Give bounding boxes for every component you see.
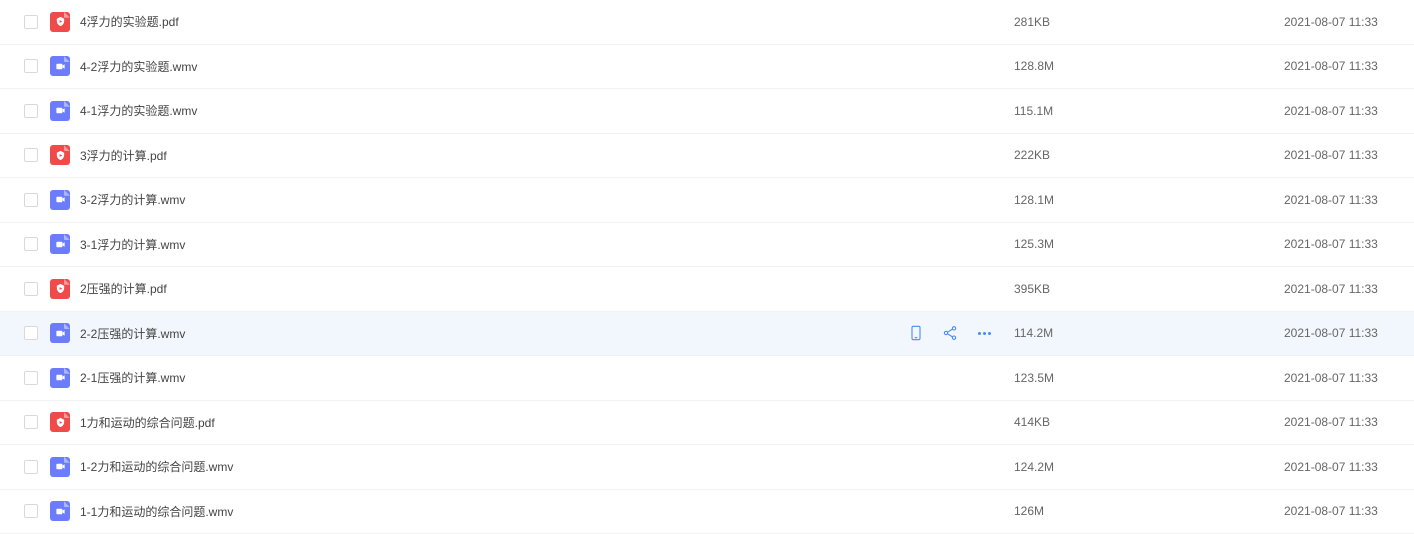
select-checkbox[interactable] <box>24 148 38 162</box>
file-size: 414KB <box>1014 415 1284 429</box>
file-row[interactable]: 1-2力和运动的综合问题.wmv124.2M2021-08-07 11:33 <box>0 445 1414 490</box>
file-date: 2021-08-07 11:33 <box>1284 59 1414 73</box>
video-file-icon <box>50 101 70 121</box>
select-checkbox[interactable] <box>24 104 38 118</box>
file-name[interactable]: 4-2浮力的实验题.wmv <box>80 58 1014 75</box>
file-size: 114.2M <box>1014 326 1284 340</box>
file-name[interactable]: 1-2力和运动的综合问题.wmv <box>80 458 1014 475</box>
file-date: 2021-08-07 11:33 <box>1284 326 1414 340</box>
file-date: 2021-08-07 11:33 <box>1284 415 1414 429</box>
select-checkbox[interactable] <box>24 59 38 73</box>
share-icon[interactable] <box>942 325 958 341</box>
file-size: 126M <box>1014 504 1284 518</box>
file-date: 2021-08-07 11:33 <box>1284 237 1414 251</box>
select-checkbox[interactable] <box>24 326 38 340</box>
file-row[interactable]: 4浮力的实验题.pdf281KB2021-08-07 11:33 <box>0 0 1414 45</box>
file-size: 395KB <box>1014 282 1284 296</box>
file-list: 4浮力的实验题.pdf281KB2021-08-07 11:334-2浮力的实验… <box>0 0 1414 534</box>
file-name[interactable]: 1-1力和运动的综合问题.wmv <box>80 503 1014 520</box>
pdf-file-icon <box>50 145 70 165</box>
select-checkbox[interactable] <box>24 237 38 251</box>
row-actions <box>908 325 1014 341</box>
file-name[interactable]: 4-1浮力的实验题.wmv <box>80 102 1014 119</box>
file-size: 124.2M <box>1014 460 1284 474</box>
file-row[interactable]: 1-1力和运动的综合问题.wmv126M2021-08-07 11:33 <box>0 490 1414 534</box>
video-file-icon <box>50 323 70 343</box>
send-to-device-icon[interactable] <box>908 325 924 341</box>
file-row[interactable]: 3-2浮力的计算.wmv128.1M2021-08-07 11:33 <box>0 178 1414 223</box>
video-file-icon <box>50 501 70 521</box>
file-date: 2021-08-07 11:33 <box>1284 460 1414 474</box>
file-row[interactable]: 3浮力的计算.pdf222KB2021-08-07 11:33 <box>0 134 1414 179</box>
file-date: 2021-08-07 11:33 <box>1284 193 1414 207</box>
video-file-icon <box>50 56 70 76</box>
select-checkbox[interactable] <box>24 15 38 29</box>
file-name[interactable]: 4浮力的实验题.pdf <box>80 13 1014 30</box>
file-row[interactable]: 2-1压强的计算.wmv123.5M2021-08-07 11:33 <box>0 356 1414 401</box>
file-date: 2021-08-07 11:33 <box>1284 371 1414 385</box>
file-size: 222KB <box>1014 148 1284 162</box>
pdf-file-icon <box>50 12 70 32</box>
file-name[interactable]: 3-1浮力的计算.wmv <box>80 236 1014 253</box>
pdf-file-icon <box>50 279 70 299</box>
more-icon[interactable] <box>976 325 992 341</box>
select-checkbox[interactable] <box>24 460 38 474</box>
file-name[interactable]: 2-2压强的计算.wmv <box>80 325 908 342</box>
video-file-icon <box>50 190 70 210</box>
file-row[interactable]: 2压强的计算.pdf395KB2021-08-07 11:33 <box>0 267 1414 312</box>
file-name[interactable]: 1力和运动的综合问题.pdf <box>80 414 1014 431</box>
file-size: 128.8M <box>1014 59 1284 73</box>
file-size: 281KB <box>1014 15 1284 29</box>
file-size: 128.1M <box>1014 193 1284 207</box>
select-checkbox[interactable] <box>24 371 38 385</box>
file-date: 2021-08-07 11:33 <box>1284 282 1414 296</box>
file-name[interactable]: 2-1压强的计算.wmv <box>80 369 1014 386</box>
file-row[interactable]: 3-1浮力的计算.wmv125.3M2021-08-07 11:33 <box>0 223 1414 268</box>
file-size: 125.3M <box>1014 237 1284 251</box>
file-date: 2021-08-07 11:33 <box>1284 15 1414 29</box>
select-checkbox[interactable] <box>24 282 38 296</box>
file-date: 2021-08-07 11:33 <box>1284 104 1414 118</box>
file-row[interactable]: 1力和运动的综合问题.pdf414KB2021-08-07 11:33 <box>0 401 1414 446</box>
select-checkbox[interactable] <box>24 415 38 429</box>
file-date: 2021-08-07 11:33 <box>1284 504 1414 518</box>
file-date: 2021-08-07 11:33 <box>1284 148 1414 162</box>
file-row[interactable]: 4-1浮力的实验题.wmv115.1M2021-08-07 11:33 <box>0 89 1414 134</box>
pdf-file-icon <box>50 412 70 432</box>
video-file-icon <box>50 368 70 388</box>
file-size: 123.5M <box>1014 371 1284 385</box>
video-file-icon <box>50 234 70 254</box>
select-checkbox[interactable] <box>24 193 38 207</box>
video-file-icon <box>50 457 70 477</box>
select-checkbox[interactable] <box>24 504 38 518</box>
file-row[interactable]: 2-2压强的计算.wmv 114.2M2021-08-07 11:33 <box>0 312 1414 357</box>
file-row[interactable]: 4-2浮力的实验题.wmv128.8M2021-08-07 11:33 <box>0 45 1414 90</box>
file-size: 115.1M <box>1014 104 1284 118</box>
file-name[interactable]: 3-2浮力的计算.wmv <box>80 191 1014 208</box>
file-name[interactable]: 2压强的计算.pdf <box>80 280 1014 297</box>
file-name[interactable]: 3浮力的计算.pdf <box>80 147 1014 164</box>
